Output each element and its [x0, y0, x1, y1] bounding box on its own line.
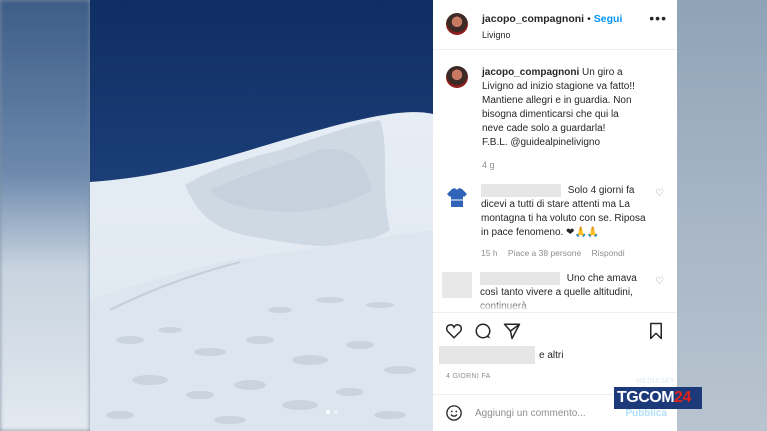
post-photo[interactable]: › — [90, 0, 433, 431]
logo-mediaset: MEDIASET — [636, 378, 675, 385]
comment-bubble-icon[interactable] — [474, 322, 492, 340]
blurred-likers — [439, 346, 535, 364]
comment-input[interactable]: Aggiungi un commento... — [475, 408, 586, 419]
likes-summary[interactable]: e altri — [439, 346, 563, 364]
carousel-dots — [326, 410, 338, 414]
jersey-avatar-icon[interactable] — [446, 186, 468, 208]
caption-mention: F.B.L. @guidealpinelivigno — [482, 137, 601, 148]
follow-button[interactable]: Segui — [594, 13, 623, 25]
post-header: jacopo_compagnoni • Segui Livigno ••• — [433, 0, 677, 50]
comment-item: Solo 4 giorni fa dicevi a tutti di stare… — [433, 184, 677, 240]
caption-time: 4 g — [482, 160, 495, 170]
caption-username[interactable]: jacopo_compagnoni — [482, 67, 579, 78]
save-bookmark-icon[interactable] — [647, 322, 665, 340]
blurred-background-left — [0, 0, 90, 431]
like-comment-heart-icon[interactable]: ♡ — [655, 188, 664, 199]
comment-likes[interactable]: Piace a 38 persone — [508, 248, 581, 258]
snow-mountain-image — [90, 0, 433, 431]
post-side-panel: jacopo_compagnoni • Segui Livigno ••• jaco… — [433, 0, 677, 431]
blurred-background-right — [677, 0, 767, 431]
blurred-username — [480, 272, 560, 286]
logo-number: 24 — [674, 389, 691, 406]
blurred-avatar — [442, 272, 472, 299]
like-heart-icon[interactable] — [445, 322, 463, 340]
comment-time: 15 h — [481, 248, 498, 259]
emoji-icon[interactable] — [445, 404, 463, 422]
more-options-icon[interactable]: ••• — [649, 10, 667, 26]
reply-button[interactable]: Rispondi — [592, 248, 625, 258]
action-bar — [433, 312, 677, 342]
location-link[interactable]: Livigno — [482, 30, 649, 40]
separator-dot: • — [587, 13, 591, 25]
scroll-fade — [433, 300, 677, 312]
logo-brand: TGCOM — [617, 389, 675, 406]
caption-avatar[interactable] — [446, 66, 468, 88]
post-caption: jacopo_compagnoni Un giro a Livigno ad i… — [433, 50, 677, 172]
tgcom24-logo: MEDIASET TGCOM24 — [614, 378, 702, 409]
likes-suffix: e altri — [539, 349, 564, 361]
post-date: 4 GIORNI FA — [446, 373, 491, 380]
blurred-username — [481, 184, 561, 197]
avatar[interactable] — [446, 13, 468, 35]
like-comment-heart-icon[interactable]: ♡ — [655, 276, 664, 287]
publish-button[interactable]: Pubblica — [625, 408, 667, 419]
share-paper-plane-icon[interactable] — [503, 322, 521, 340]
comment-meta: 15 h Piace a 38 persone Rispondi — [481, 248, 677, 258]
carousel-dot — [326, 410, 330, 414]
carousel-dot — [334, 410, 338, 414]
username-link[interactable]: jacopo_compagnoni — [482, 13, 584, 25]
